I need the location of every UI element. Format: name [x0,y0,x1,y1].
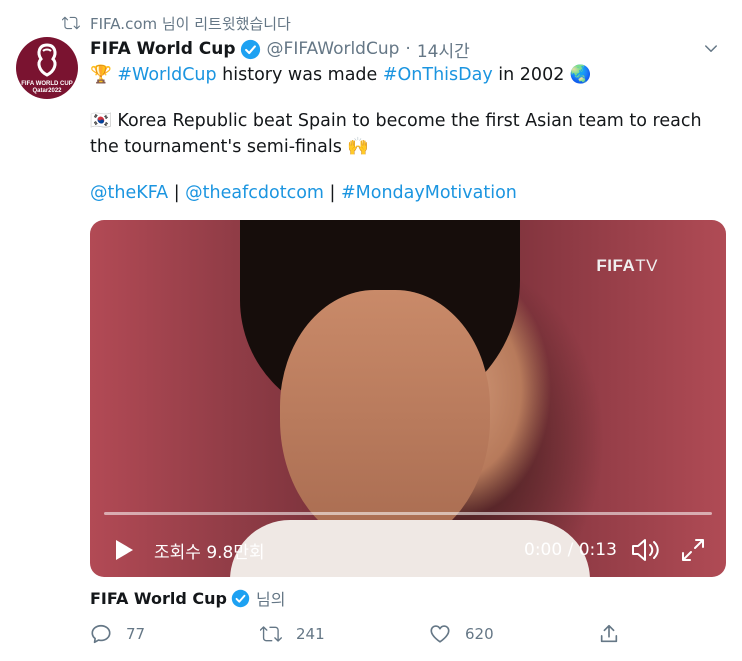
watermark-bold: FIFA [596,256,636,275]
world-cup-trophy-logo [37,43,57,77]
like-button[interactable]: 620 [429,623,494,645]
reply-count: 77 [126,625,146,643]
retweet-count: 241 [296,625,325,643]
heart-icon [430,625,450,643]
tweet-header: FIFA World Cup @FIFAWorldCup · 14시간 [90,36,722,62]
raised-hands-emoji: 🙌 [347,137,370,157]
tweet-line-4: @theKFA | @theafcdotcom | #MondayMotivat… [90,180,720,206]
tweet-text-segment: in 2002 [492,65,570,85]
watermark-rest: TV [635,256,658,275]
view-count: 조회수 9.8만회 [154,542,265,563]
share-icon [600,624,618,643]
tweet-text: 🏆 #WorldCup history was made #OnThisDay … [90,62,720,206]
tweet-text-segment: Korea Republic beat Spain to become the … [111,111,702,131]
like-count: 620 [465,625,494,643]
retweet-context[interactable]: FIFA.com 님이 리트윗했습니다 [62,12,291,34]
tweet-timestamp[interactable]: 14시간 [417,37,470,62]
tweet-text-segment: the tournament's semi-finals [90,137,348,157]
video-player[interactable]: FIFATV 조회수 9.8만회 0:00 / 0:13 [90,220,726,577]
avatar-text-line1: FIFA WORLD CUP [21,81,73,87]
retweet-icon [62,16,80,30]
retweet-context-text: FIFA.com 님이 리트윗했습니다 [90,14,291,33]
hashtag-mondaymotivation[interactable]: #MondayMotivation [341,183,517,203]
hashtag-worldcup[interactable]: #WorldCup [117,65,216,85]
korea-flag-emoji: 🇰🇷 [90,111,112,131]
verified-badge-icon [240,39,260,59]
tweet-line-1: 🏆 #WorldCup history was made #OnThisDay … [90,62,720,88]
share-button[interactable] [598,623,620,645]
tweet-line-3: the tournament's semi-finals 🙌 [90,134,720,160]
separator: | [323,183,341,203]
video-attribution: FIFA World Cup 님의 [90,586,285,610]
chevron-down-icon[interactable] [702,40,720,58]
fifa-tv-watermark: FIFATV [596,256,658,276]
fullscreen-icon[interactable] [680,537,706,563]
video-controls: 조회수 9.8만회 0:00 / 0:13 [90,532,726,568]
hashtag-onthisday[interactable]: #OnThisDay [383,65,493,85]
mention-thekfa[interactable]: @theKFA [90,183,168,203]
trophy-emoji: 🏆 [90,65,112,85]
tweet-actions: 77 241 620 [90,622,722,646]
play-icon[interactable] [114,539,134,561]
mention-theafcdotcom[interactable]: @theafcdotcom [185,183,324,203]
video-progress-bar[interactable] [104,512,712,515]
display-name[interactable]: FIFA World Cup [90,39,236,59]
verified-badge-icon [231,589,250,607]
separator: | [168,183,186,203]
reply-icon [91,624,111,644]
retweet-icon [260,626,282,642]
globe-emoji: 🌏 [569,65,592,85]
reply-button[interactable]: 77 [90,623,145,645]
tweet-line-2: 🇰🇷 Korea Republic beat Spain to become t… [90,108,720,134]
volume-muted-icon[interactable] [630,537,660,563]
video-frame-face [280,290,490,550]
tweet-text-segment: history was made [216,65,383,85]
header-separator: · [405,39,411,59]
video-time: 0:00 / 0:13 [524,540,617,560]
attribution-name[interactable]: FIFA World Cup [90,589,227,608]
avatar[interactable]: FIFA WORLD CUP Qatar2022 [16,37,78,99]
avatar-text-line2: Qatar2022 [32,88,62,94]
retweet-button[interactable]: 241 [260,623,325,645]
user-handle[interactable]: @FIFAWorldCup [267,39,400,59]
attribution-suffix: 님의 [255,590,286,609]
